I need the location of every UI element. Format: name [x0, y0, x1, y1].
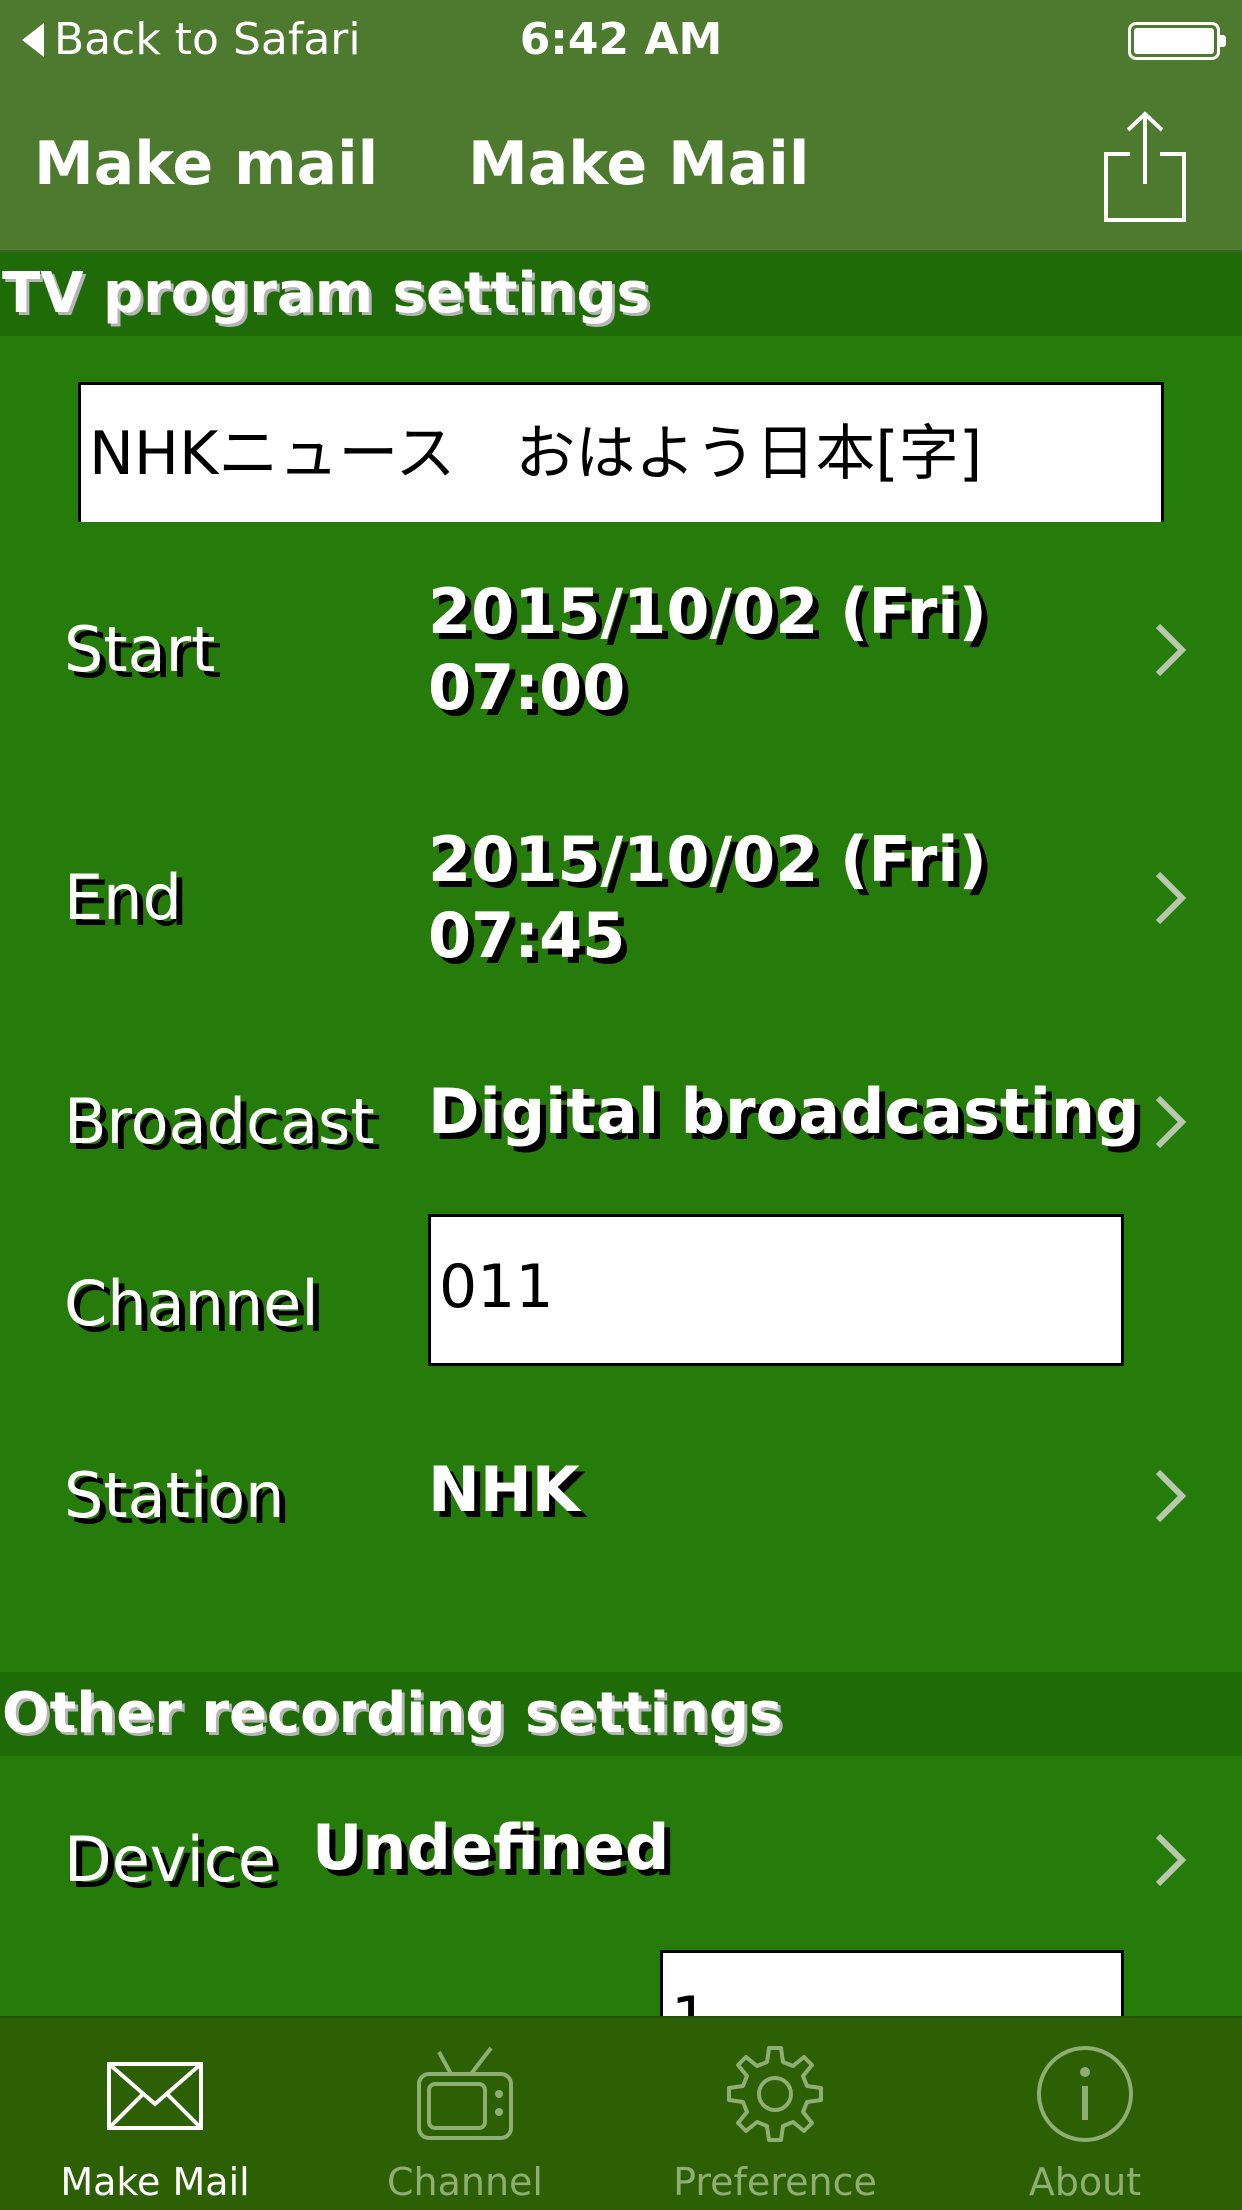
- channel-value: 011: [439, 1252, 554, 1322]
- section-header-other-recording: Other recording settings: [0, 1672, 1242, 1756]
- device-value: Undefined: [312, 1811, 670, 1884]
- chevron-right-icon: [1155, 1095, 1187, 1149]
- status-time: 6:42 AM: [519, 14, 723, 65]
- section-header-tv-program: TV program settings: [0, 252, 1242, 336]
- tab-make-mail[interactable]: Make Mail: [0, 2018, 310, 2210]
- device-row[interactable]: Device Undefined: [0, 1810, 1242, 1910]
- section-title-other-recording: Other recording settings: [2, 1681, 783, 1746]
- station-value: NHK: [428, 1453, 580, 1526]
- start-date: 2015/10/02 (Fri): [428, 575, 987, 648]
- chevron-right-icon: [1155, 1469, 1187, 1523]
- chevron-right-icon: [1155, 623, 1187, 677]
- tab-label: Channel: [386, 2160, 543, 2204]
- end-time: 07:45: [428, 899, 626, 972]
- tab-channel[interactable]: Channel: [310, 2018, 620, 2210]
- battery-icon: [1128, 22, 1226, 60]
- end-label: End: [64, 861, 182, 934]
- start-row[interactable]: Start 2015/10/02 (Fri) 07:00: [0, 570, 1242, 730]
- tv-icon: [417, 2046, 513, 2140]
- tab-label: About: [1028, 2160, 1142, 2204]
- tab-preference[interactable]: Preference: [620, 2018, 930, 2210]
- nav-title: Make Mail: [468, 129, 810, 199]
- tab-bar: Make Mail Channel Preference About: [0, 2016, 1242, 2210]
- broadcast-row[interactable]: Broadcast Digital broadcasting: [0, 1074, 1242, 1170]
- channel-input[interactable]: 011: [428, 1214, 1124, 1366]
- start-time: 07:00: [428, 651, 626, 724]
- program-title-input[interactable]: NHKニュース おはよう日本[字]: [78, 382, 1164, 522]
- nav-left-button[interactable]: Make mail: [34, 124, 378, 204]
- channel-label: Channel: [64, 1267, 319, 1340]
- program-title-value: NHKニュース おはよう日本[字]: [89, 418, 983, 489]
- tab-about[interactable]: About: [930, 2018, 1240, 2210]
- broadcast-value: Digital broadcasting: [428, 1075, 1140, 1148]
- broadcast-label: Broadcast: [64, 1085, 375, 1158]
- status-bar: Back to Safari 6:42 AM: [0, 0, 1242, 80]
- info-icon: [1037, 2046, 1133, 2142]
- start-label: Start: [64, 613, 216, 686]
- chevron-right-icon: [1155, 1833, 1187, 1887]
- section-title-tv-program: TV program settings: [2, 261, 650, 326]
- gear-icon: [727, 2046, 823, 2142]
- station-row[interactable]: Station NHK: [0, 1448, 1242, 1548]
- station-label: Station: [64, 1459, 285, 1532]
- chevron-right-icon: [1155, 871, 1187, 925]
- end-date: 2015/10/02 (Fri): [428, 823, 987, 896]
- device-label: Device: [64, 1823, 277, 1896]
- navigation-bar: Make mail Make Mail: [0, 80, 1242, 252]
- tab-label: Make Mail: [60, 2160, 250, 2204]
- tab-label: Preference: [673, 2160, 877, 2204]
- end-row[interactable]: End 2015/10/02 (Fri) 07:45: [0, 818, 1242, 978]
- envelope-icon: [107, 2062, 203, 2130]
- share-icon[interactable]: [1100, 110, 1190, 224]
